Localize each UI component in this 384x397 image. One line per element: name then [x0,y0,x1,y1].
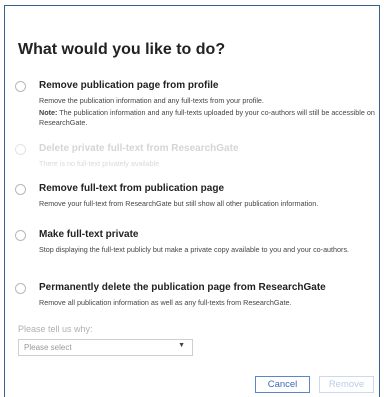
radio-make-fulltext-private[interactable] [15,230,26,241]
option-description: Remove the publication information and a… [39,96,379,128]
remove-button[interactable]: Remove [319,376,374,393]
remove-publication-dialog: What would you like to do? Remove public… [4,5,380,397]
radio-remove-fulltext[interactable] [15,184,26,195]
option-description: Stop displaying the full-text publicly b… [39,245,350,254]
option-label: Make full-text private [39,229,139,240]
option-label: Remove full-text from publication page [39,183,225,194]
dialog-title: What would you like to do? [18,41,226,58]
option-description: Remove your full-text from ResearchGate … [39,199,319,208]
option-description-text: Remove the publication information and a… [39,96,264,105]
option-delete-private-fulltext: Delete private full-text from ResearchGa… [15,143,375,173]
option-label: Delete private full-text from ResearchGa… [39,143,239,154]
cancel-button[interactable]: Cancel [255,376,310,393]
option-remove-fulltext[interactable]: Remove full-text from publication page R… [15,183,375,219]
option-note: Note: The publication information and an… [39,108,379,128]
option-label: Remove publication page from profile [39,80,219,91]
radio-delete-private-fulltext [15,144,26,155]
option-remove-from-profile[interactable]: Remove publication page from profile Rem… [15,80,375,130]
option-label: Permanently delete the publication page … [39,282,326,293]
reason-select-value: Please select [24,343,72,352]
option-description: There is no full-text privately availabl… [39,159,160,168]
option-make-fulltext-private[interactable]: Make full-text private Stop displaying t… [15,229,375,265]
option-description: Remove all publication information as we… [39,298,292,307]
radio-delete-publication-page[interactable] [15,283,26,294]
note-prefix: Note: [39,108,58,117]
radio-remove-from-profile[interactable] [15,81,26,92]
chevron-down-icon: ▼ [178,342,185,349]
option-delete-publication-page[interactable]: Permanently delete the publication page … [15,282,375,312]
reason-label: Please tell us why: [18,324,93,334]
note-text: The publication information and any full… [39,108,375,127]
reason-select[interactable]: Please select ▼ [18,339,193,356]
